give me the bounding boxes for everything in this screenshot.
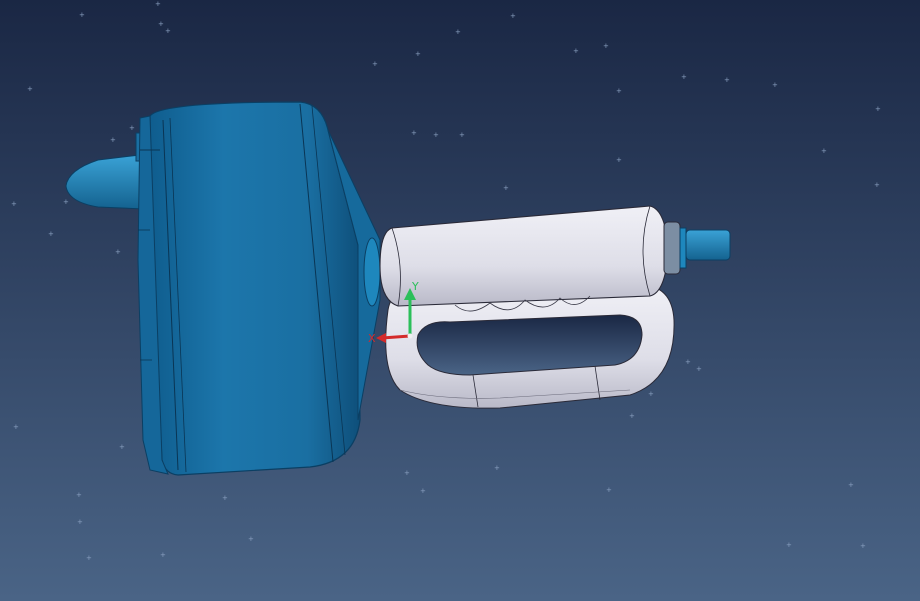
star-mark: + (77, 518, 83, 526)
star-mark: + (606, 486, 612, 494)
star-mark: + (119, 443, 125, 451)
star-mark: + (874, 181, 880, 189)
star-mark: + (848, 481, 854, 489)
star-mark: + (115, 248, 121, 256)
star-mark: + (158, 20, 164, 28)
star-mark: + (11, 200, 17, 208)
star-mark: + (455, 28, 461, 36)
star-mark: + (573, 47, 579, 55)
3d-viewport[interactable]: + + + + + + + + + + + + + + + + + + + + + + + + + + + + + + + + + + + + + + + +… (0, 0, 920, 601)
star-mark: + (648, 390, 654, 398)
star-mark: + (860, 542, 866, 550)
star-mark: + (616, 156, 622, 164)
star-mark: + (248, 535, 254, 543)
star-mark: + (48, 230, 54, 238)
star-mark: + (724, 76, 730, 84)
star-mark: + (616, 87, 622, 95)
star-mark: + (13, 423, 19, 431)
star-mark: + (411, 129, 417, 137)
star-mark: + (165, 27, 171, 35)
handle-assembly (379, 205, 687, 409)
y-axis-label: Y (411, 280, 419, 293)
star-mark: + (510, 12, 516, 20)
x-axis-label: X (368, 332, 376, 345)
star-mark: + (433, 131, 439, 139)
star-mark: + (110, 136, 116, 144)
star-mark: + (79, 11, 85, 19)
right-shaft (685, 229, 731, 261)
star-mark: + (155, 0, 161, 8)
star-mark: + (222, 494, 228, 502)
star-mark: + (372, 60, 378, 68)
star-mark: + (63, 198, 69, 206)
star-mark: + (27, 85, 33, 93)
star-mark: + (821, 147, 827, 155)
star-mark: + (786, 541, 792, 549)
star-mark: + (76, 491, 82, 499)
star-mark: + (875, 105, 881, 113)
star-mark: + (681, 73, 687, 81)
star-mark: + (629, 412, 635, 420)
star-mark: + (420, 487, 426, 495)
star-mark: + (503, 184, 509, 192)
star-mark: + (404, 469, 410, 477)
cad-scene[interactable]: ++++++++++++++++++++++++++++++++++++++++… (0, 0, 920, 601)
star-mark: + (86, 554, 92, 562)
star-mark: + (129, 124, 135, 132)
star-mark: + (696, 365, 702, 373)
star-mark: + (772, 81, 778, 89)
star-mark: + (160, 551, 166, 559)
star-mark: + (494, 464, 500, 472)
star-mark: + (459, 131, 465, 139)
star-mark: + (603, 42, 609, 50)
star-mark: + (415, 50, 421, 58)
star-mark: + (685, 358, 691, 366)
